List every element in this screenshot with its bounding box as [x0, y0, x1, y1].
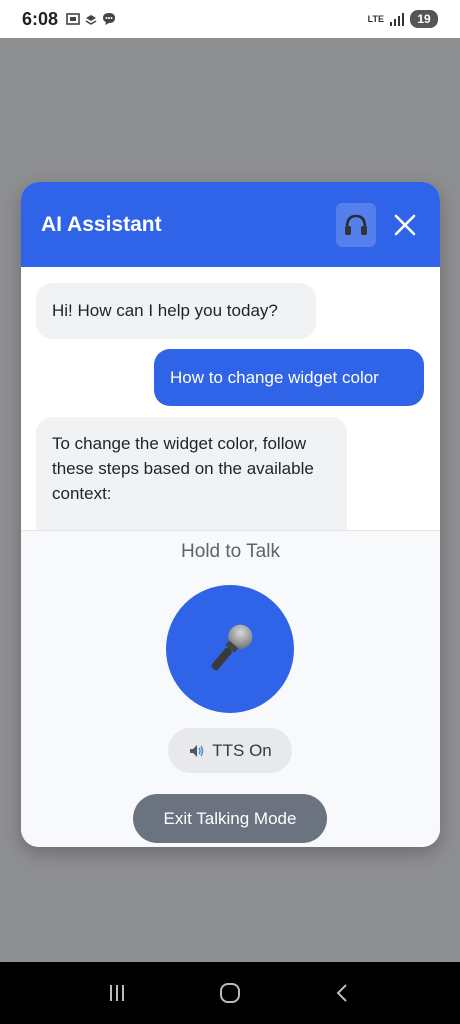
back-icon [336, 984, 348, 1002]
speaker-icon [190, 744, 204, 757]
screenshot-icon [66, 13, 80, 25]
notification-icons [66, 12, 116, 26]
microphone-icon [211, 624, 253, 671]
chat-icon [103, 13, 116, 25]
microphone-button[interactable] [166, 585, 294, 713]
exit-talking-mode-button[interactable]: Exit Talking Mode [133, 794, 327, 843]
header-actions [336, 202, 420, 247]
status-time: 6:08 [22, 8, 59, 29]
status-bar: 6:08 LTE 19 [0, 0, 460, 38]
message-list[interactable]: Hi! How can I help you today? How to cha… [21, 267, 440, 530]
widget-header: AI Assistant [21, 182, 440, 267]
network-type: LTE [367, 14, 384, 24]
bot-message: Hi! How can I help you today? [36, 283, 316, 339]
assistant-widget: AI Assistant Hi! How can I help you toda… [21, 182, 440, 847]
battery-indicator: 19 [410, 10, 438, 28]
status-left: 6:08 [22, 9, 116, 30]
tts-label: TTS On [212, 740, 272, 760]
voice-panel: Hold to Talk TTS On Exit Talking Mode [21, 530, 440, 847]
bot-message: To change the widget color, follow these… [36, 417, 347, 530]
home-icon [219, 983, 240, 1003]
recents-icon [109, 985, 124, 1001]
close-icon [394, 214, 416, 235]
status-right: LTE 19 [368, 10, 438, 28]
navigation-bar [0, 962, 460, 1024]
home-button[interactable] [215, 978, 245, 1008]
signal-icon [390, 12, 404, 26]
widget-title: AI Assistant [41, 212, 162, 236]
close-button[interactable] [390, 210, 420, 240]
tts-toggle-button[interactable]: TTS On [168, 728, 292, 773]
hold-to-talk-label: Hold to Talk [181, 541, 280, 562]
headphones-icon [345, 214, 367, 235]
recents-button[interactable] [102, 978, 132, 1008]
user-message: How to change widget color [154, 349, 424, 406]
back-button[interactable] [328, 978, 358, 1008]
voice-mode-button[interactable] [336, 202, 376, 247]
stack-icon [85, 15, 97, 25]
